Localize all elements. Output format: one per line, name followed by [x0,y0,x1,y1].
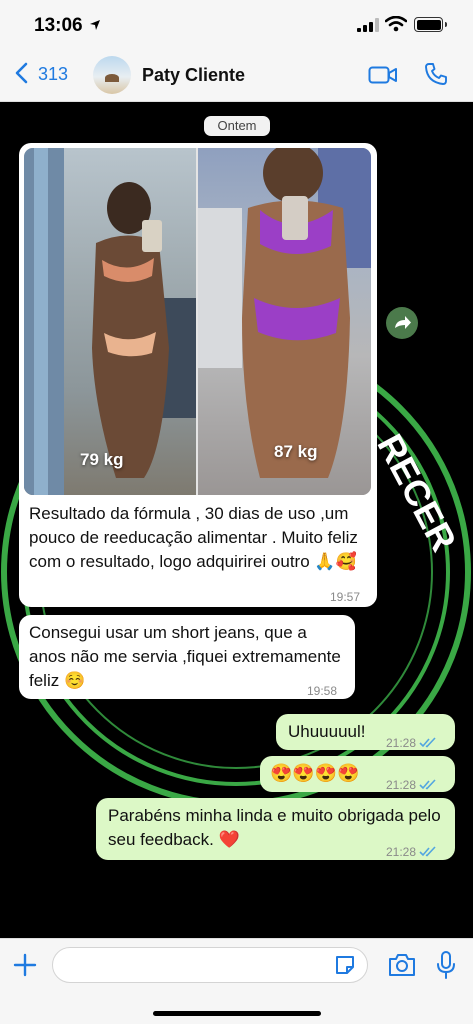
text-message[interactable]: Parabéns minha linda e muito obrigada pe… [96,798,455,860]
photo-label-left: 79 kg [80,450,124,469]
battery-icon [414,17,447,32]
wifi-icon [385,16,407,32]
status-time: 13:06 [34,15,83,36]
signal-icon [357,18,379,32]
message-time: 19:57 [330,590,361,604]
message-text: Consegui usar um short jeans, que a anos… [29,623,341,690]
image-message[interactable]: 79 kg 87 kg Resultado da fórmula , 30 di… [19,143,377,607]
message-time-status: 21:28 [386,840,436,864]
wallpaper-text: RECER [369,427,464,558]
back-button-count[interactable]: 313 [38,64,68,85]
text-message[interactable]: Consegui usar um short jeans, que a anos… [19,615,355,699]
text-message[interactable]: Uhuuuuul! 21:28 [276,714,455,750]
chevron-left-icon[interactable] [14,62,28,84]
message-time: 19:58 [307,684,338,698]
date-separator: Ontem [204,116,270,136]
message-text: Uhuuuuul! [288,722,366,741]
chat-header: 313 Paty Cliente [0,48,473,102]
status-bar: 13:06 [0,0,473,48]
sticker-icon[interactable] [333,953,357,977]
after-photo: 79 kg [24,148,196,495]
plus-icon[interactable] [12,952,38,978]
message-time-status: 21:28 [386,731,436,755]
forward-button[interactable] [386,307,418,339]
message-input[interactable] [52,947,368,983]
message-time: 21:28 [386,736,417,750]
chat-area[interactable]: RECER Ontem 79 kg 87 kg Resultado da fór… [0,102,473,938]
before-photo: 87 kg [198,148,371,495]
message-time-status: 21:28 [386,773,436,797]
read-receipt-icon [419,779,436,790]
message-time: 21:28 [386,778,417,792]
home-indicator [153,1011,321,1016]
image-caption: Resultado da fórmula , 30 dias de uso ,u… [29,504,358,571]
location-arrow-icon [90,20,100,30]
read-receipt-icon [419,846,436,857]
phone-icon[interactable] [424,62,448,86]
photo-label-right: 87 kg [274,442,318,461]
forward-icon [395,316,411,329]
read-receipt-icon [419,737,436,748]
before-after-photo[interactable]: 79 kg 87 kg [24,148,371,495]
text-message[interactable]: 😍😍😍😍 21:28 [260,756,455,792]
camera-icon[interactable] [387,952,417,978]
message-time: 21:28 [386,845,417,859]
message-text: 😍😍😍😍 [270,763,360,783]
avatar[interactable] [93,56,131,94]
video-call-icon[interactable] [368,65,398,85]
message-composer [0,938,473,1024]
microphone-icon[interactable] [435,950,457,980]
contact-name[interactable]: Paty Cliente [142,65,245,86]
